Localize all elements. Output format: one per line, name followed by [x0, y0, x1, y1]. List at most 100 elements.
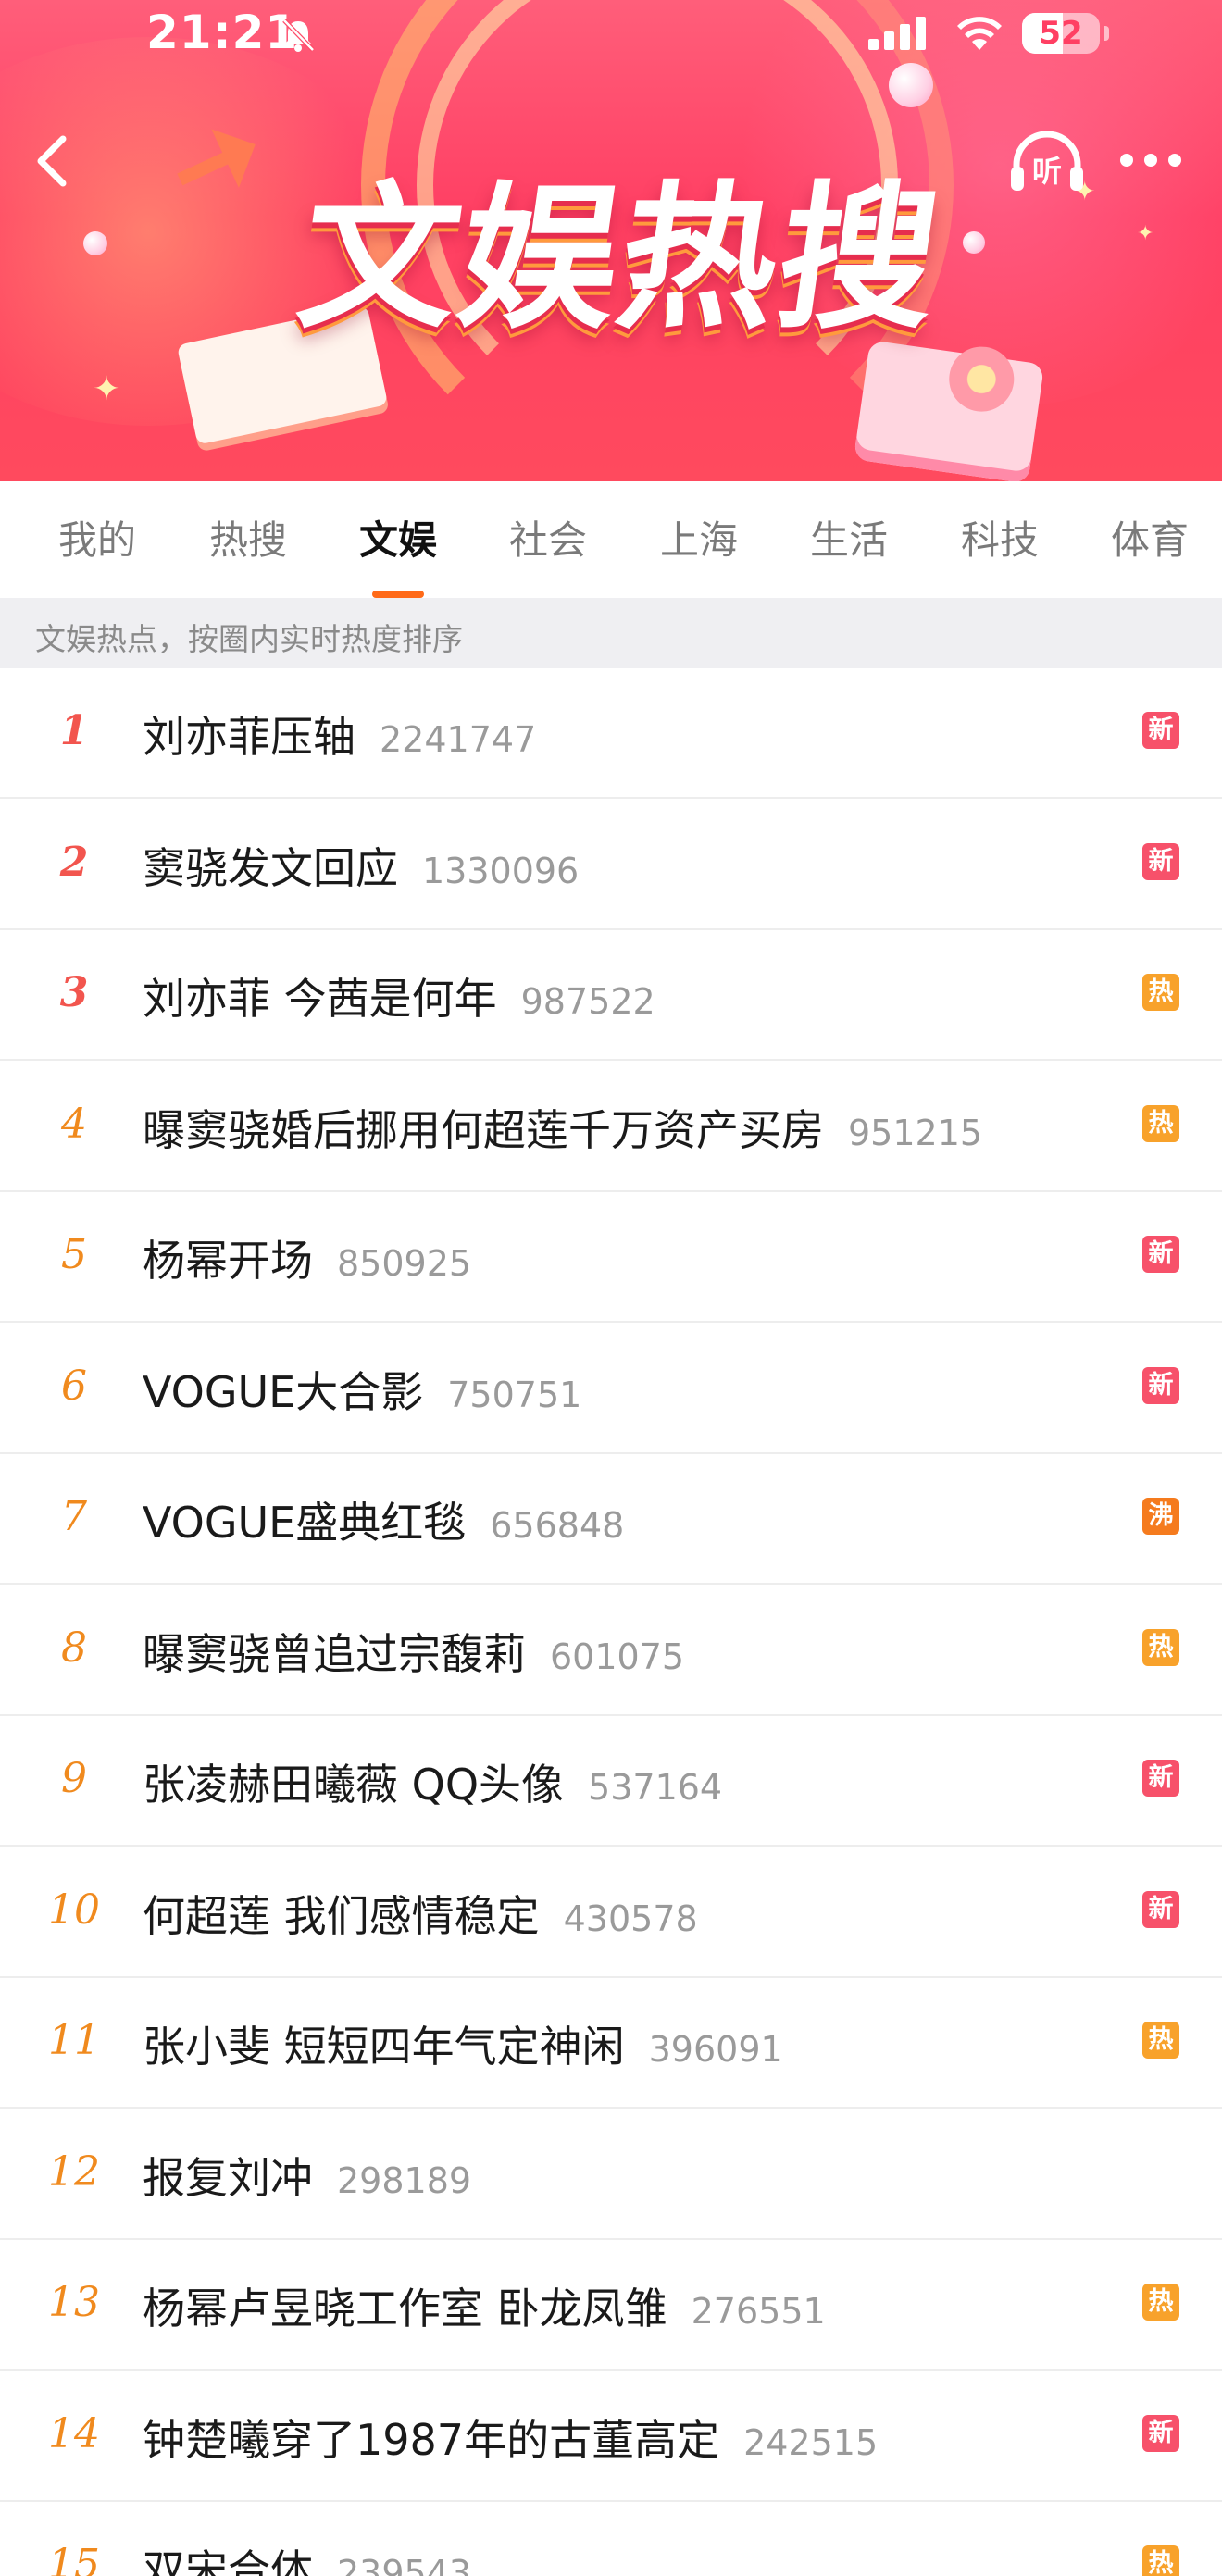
wifi-icon [957, 17, 1002, 50]
status-badge: 热 [1142, 1629, 1179, 1666]
topic-title: 张小斐 短短四年气定神闲 [143, 2022, 625, 2072]
topic-title-line: 曝窦骁曾追过宗馥莉 601075 [143, 1621, 684, 1682]
list-item[interactable]: 9 张凌赫田曦薇 QQ头像 537164 新 [0, 1716, 1222, 1847]
topic-title: 曝窦骁曾追过宗馥莉 [143, 1629, 526, 1679]
hot-search-list: 1 刘亦菲压轴 2241747 新 2 窦骁发文回应 1330096 新 3 刘亦菲 今茜是何年 9… [0, 668, 1222, 2576]
list-item[interactable]: 1 刘亦菲压轴 2241747 新 [0, 668, 1222, 799]
heat-count: 750751 [447, 1375, 582, 1415]
battery-icon: 52 [1022, 13, 1100, 54]
status-badge: 热 [1142, 2022, 1179, 2059]
list-item[interactable]: 13 杨幂卢昱晓工作室 卧龙凤雏 276551 热 [0, 2240, 1222, 2371]
banner-sparkle: ✦ [1137, 222, 1154, 245]
rank-number: 12 [48, 2148, 100, 2196]
tab-label: 文娱 [358, 517, 437, 563]
rank-number: 10 [48, 1886, 100, 1934]
topic-title: 窦骁发文回应 [143, 843, 398, 893]
topic-title-line: 曝窦骁婚后挪用何超莲千万资产买房 951215 [143, 1097, 982, 1158]
more-dot-icon [1144, 154, 1157, 167]
tab-2[interactable]: 热搜 [179, 509, 318, 574]
status-badge: 新 [1142, 1891, 1179, 1928]
status-bar: 21:21 52 [0, 0, 1222, 68]
topic-title-line: 何超莲 我们感情稳定 430578 [143, 1883, 698, 1944]
rank-number: 13 [48, 2279, 100, 2326]
heat-count: 850925 [337, 1243, 472, 1284]
list-item[interactable]: 7 VOGUE盛典红毯 656848 沸 [0, 1454, 1222, 1585]
banner-title: 文娱热搜 [289, 168, 952, 351]
back-button[interactable] [24, 128, 80, 193]
status-badge: 新 [1142, 843, 1179, 880]
tab-label: 热搜 [208, 517, 287, 563]
topic-title: 报复刘冲 [143, 2153, 313, 2203]
heat-count: 656848 [490, 1505, 625, 1546]
tab-3[interactable]: 文娱 [329, 509, 468, 598]
heat-count: 601075 [550, 1636, 685, 1677]
tab-6[interactable]: 生活 [779, 509, 918, 574]
heat-count: 1330096 [422, 851, 580, 891]
topic-title: 双宋合体 [143, 2545, 313, 2576]
list-item[interactable]: 14 钟楚曦穿了1987年的古董高定 242515 新 [0, 2371, 1222, 2502]
rank-number: 4 [61, 1101, 87, 1148]
rank-number: 14 [48, 2410, 100, 2458]
tab-8[interactable]: 体育 [1080, 509, 1219, 574]
list-item[interactable]: 5 杨幂开场 850925 新 [0, 1192, 1222, 1323]
list-item[interactable]: 3 刘亦菲 今茜是何年 987522 热 [0, 930, 1222, 1061]
heat-count: 396091 [648, 2029, 783, 2070]
rank-number: 7 [61, 1493, 87, 1540]
topic-title: 杨幂卢昱晓工作室 卧龙凤雏 [143, 2284, 667, 2333]
topic-title: 何超莲 我们感情稳定 [143, 1891, 540, 1941]
list-item[interactable]: 15 双宋合体 239543 热 [0, 2502, 1222, 2576]
more-dot-icon [1120, 154, 1133, 167]
heat-count: 298189 [337, 2160, 472, 2201]
tab-label: 我的 [57, 517, 136, 563]
topic-title-line: VOGUE大合影 750751 [143, 1359, 581, 1420]
header-banner: ✦ ✦ ✦ 文娱热搜 21:21 52 听 [0, 0, 1222, 481]
page: ✦ ✦ ✦ 文娱热搜 21:21 52 听 我的 热搜 文娱 社会 上海 生活 … [0, 0, 1222, 2576]
list-item[interactable]: 12 报复刘冲 298189 [0, 2109, 1222, 2240]
heat-count: 430578 [563, 1898, 698, 1939]
tab-4[interactable]: 社会 [479, 509, 617, 574]
heat-count: 2241747 [380, 719, 537, 760]
topic-title-line: 张凌赫田曦薇 QQ头像 537164 [143, 1751, 722, 1812]
more-options-button[interactable] [1118, 146, 1185, 174]
banner-sparkle: ✦ [93, 370, 121, 408]
list-item[interactable]: 8 曝窦骁曾追过宗馥莉 601075 热 [0, 1586, 1222, 1716]
rank-number: 3 [59, 969, 89, 1016]
rank-number: 1 [59, 707, 89, 754]
topic-title: 刘亦菲 今茜是何年 [143, 974, 497, 1024]
list-item[interactable]: 4 曝窦骁婚后挪用何超莲千万资产买房 951215 热 [0, 1062, 1222, 1192]
list-item[interactable]: 10 何超莲 我们感情稳定 430578 新 [0, 1848, 1222, 1978]
topic-title: 曝窦骁婚后挪用何超莲千万资产买房 [143, 1105, 824, 1155]
status-badge: 新 [1142, 1367, 1179, 1404]
rank-number: 8 [61, 1624, 87, 1672]
listen-button[interactable]: 听 [1007, 128, 1087, 194]
tab-5[interactable]: 上海 [630, 509, 768, 574]
list-item[interactable]: 6 VOGUE大合影 750751 新 [0, 1324, 1222, 1454]
list-item[interactable]: 11 张小斐 短短四年气定神闲 396091 热 [0, 1978, 1222, 2109]
topic-title-line: VOGUE盛典红毯 656848 [143, 1489, 624, 1550]
topic-title: VOGUE盛典红毯 [143, 1498, 467, 1548]
status-badge: 热 [1142, 1105, 1179, 1142]
status-time: 21:21 [146, 6, 299, 59]
category-tabs: 我的 热搜 文娱 社会 上海 生活 科技 体育 [0, 481, 1222, 598]
topic-title-line: 双宋合体 239543 [143, 2537, 471, 2576]
status-badge: 新 [1142, 1236, 1179, 1273]
status-badge: 热 [1142, 2284, 1179, 2321]
status-badge: 新 [1142, 1760, 1179, 1797]
rank-number: 6 [61, 1363, 87, 1410]
topic-title-line: 张小斐 短短四年气定神闲 396091 [143, 2013, 783, 2074]
status-badge: 热 [1142, 974, 1179, 1011]
tab-label: 社会 [508, 517, 587, 563]
list-description: 文娱热点，按圈内实时热度排序 [35, 621, 463, 657]
tab-7[interactable]: 科技 [930, 509, 1069, 574]
list-item[interactable]: 2 窦骁发文回应 1330096 新 [0, 800, 1222, 930]
topic-title-line: 窦骁发文回应 1330096 [143, 835, 579, 896]
banner-orb [889, 63, 933, 107]
more-dot-icon [1168, 154, 1181, 167]
banner-orb [83, 231, 107, 255]
heat-count: 239543 [337, 2553, 472, 2576]
status-badge: 热 [1142, 2545, 1179, 2576]
tab-1[interactable]: 我的 [28, 509, 167, 574]
tab-label: 生活 [809, 517, 888, 563]
status-badge: 新 [1142, 2415, 1179, 2452]
topic-title-line: 刘亦菲 今茜是何年 987522 [143, 965, 655, 1027]
